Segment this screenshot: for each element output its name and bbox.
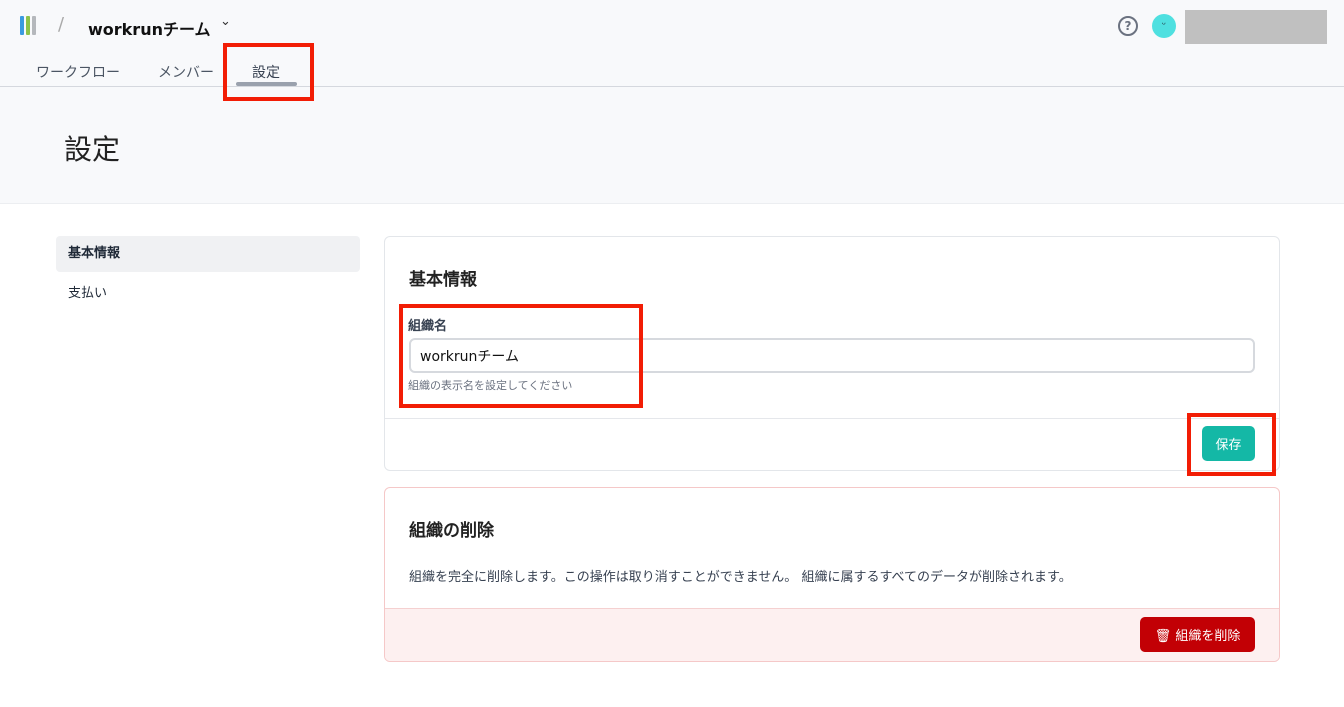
delete-org-button[interactable]: 🗑 組織を削除 [1140,617,1255,652]
sidebar-item-basic-info[interactable]: 基本情報 [56,236,360,272]
divider [0,86,1344,87]
tab-members[interactable]: メンバー [158,62,214,82]
delete-label: 組織を削除 [1175,629,1241,644]
highlight-box [1187,413,1276,476]
card-title: 組織の削除 [409,521,494,541]
highlight-box [223,43,314,101]
sidebar-item-payment[interactable]: 支払い [56,276,360,312]
highlight-box [399,304,643,408]
help-icon[interactable]: ? [1118,16,1138,36]
team-switcher[interactable]: workrunチーム [88,16,211,40]
avatar[interactable]: ᵕ [1152,14,1176,38]
divider [385,418,1279,419]
delete-description: 組織を完全に削除します。この操作は取り消すことができません。 組織に属するすべて… [409,570,1072,585]
card-title: 基本情報 [409,270,477,290]
chevron-down-icon[interactable]: ⌄ [220,14,231,29]
page-title: 設定 [64,133,121,166]
app-logo[interactable] [20,16,36,35]
breadcrumb-separator: / [58,14,65,35]
trash-icon: 🗑 [1154,629,1172,644]
tab-workflow[interactable]: ワークフロー [36,62,120,82]
redacted-username [1185,10,1327,44]
